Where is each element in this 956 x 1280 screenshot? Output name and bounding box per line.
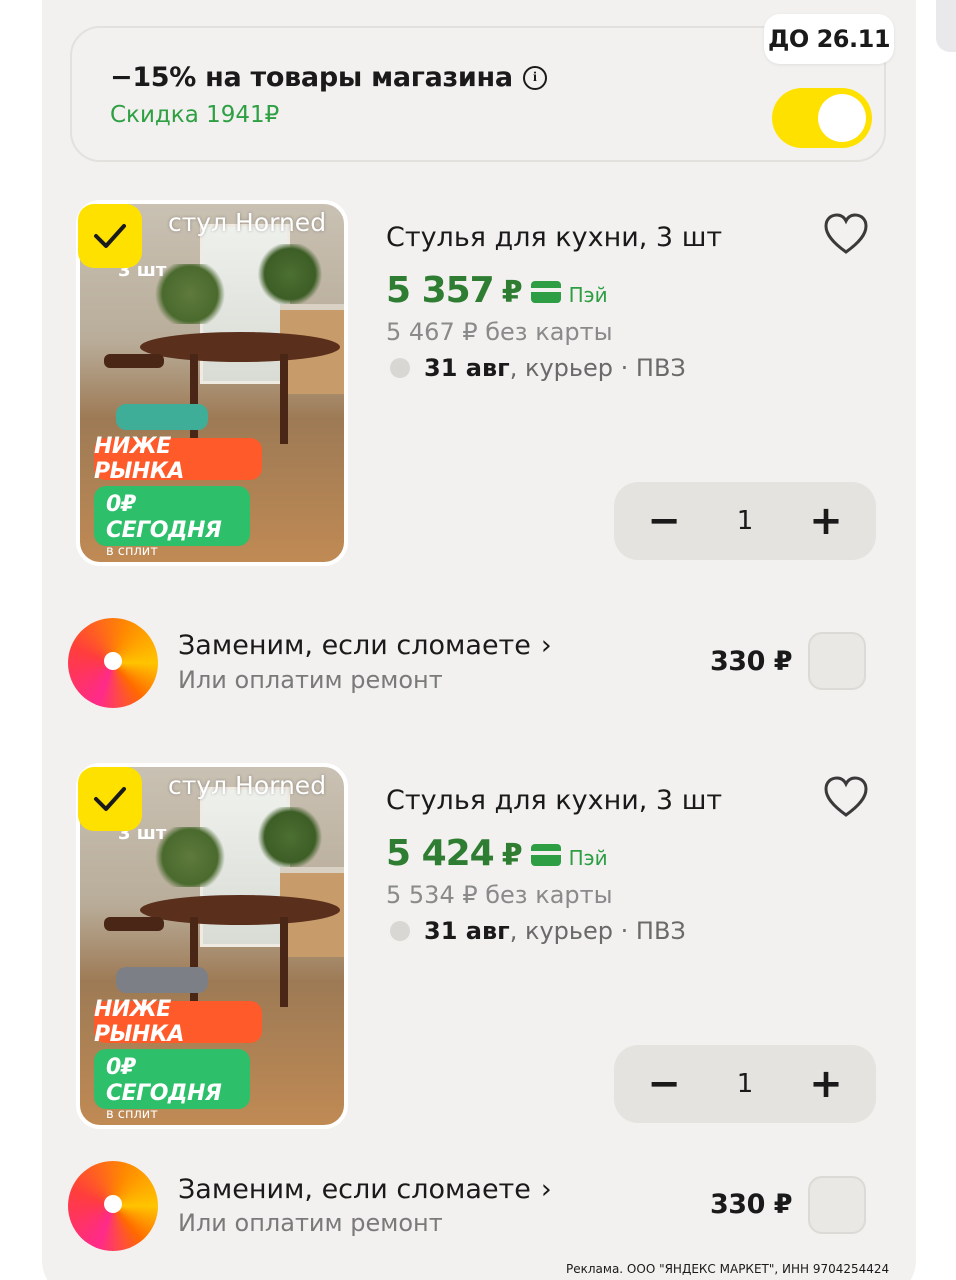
increase-button[interactable]: + — [806, 1064, 846, 1104]
service-title-link[interactable]: Заменим, если сломаете › — [178, 630, 552, 661]
price-row: 5 424 ₽ Пэй — [386, 833, 608, 874]
heart-icon[interactable] — [822, 775, 870, 819]
delivery-info: 31 авг, курьер · ПВЗ — [390, 917, 686, 945]
service-price: 330 ₽ — [710, 1189, 793, 1220]
photo-table-leg — [280, 917, 288, 1007]
quantity-value: 1 — [736, 506, 754, 536]
photo-table — [140, 895, 340, 925]
pay-label: Пэй — [568, 846, 608, 870]
protection-service: Заменим, если сломаете › Или оплатим рем… — [0, 0, 956, 1251]
split-badge-title: 0₽ СЕГОДНЯ — [106, 1055, 222, 1106]
service-title: Заменим, если сломаете — [178, 1174, 531, 1205]
increase-button[interactable]: + — [806, 501, 846, 541]
service-subtitle: Или оплатим ремонт — [178, 666, 443, 694]
split-badge: 0₽ СЕГОДНЯ в сплит — [94, 1049, 250, 1122]
chevron-right-icon: › — [540, 630, 552, 661]
ad-disclaimer: Реклама. ООО "ЯНДЕКС МАРКЕТ", ИНН 970425… — [566, 1262, 890, 1276]
service-title: Заменим, если сломаете — [178, 630, 531, 661]
image-caption: стул Horned — [168, 771, 327, 800]
service-subtitle: Или оплатим ремонт — [178, 1209, 443, 1237]
price-value: 5 424 — [386, 833, 495, 874]
check-icon — [94, 787, 126, 811]
price-currency: ₽ — [501, 838, 523, 873]
below-market-badge: НИЖЕ РЫНКА — [94, 434, 262, 484]
service-logo-icon — [68, 618, 158, 708]
split-badge: 0₽ СЕГОДНЯ в сплит — [94, 486, 250, 559]
decrease-button[interactable]: − — [644, 501, 684, 541]
photo-chair-seat — [116, 967, 208, 993]
below-market-badge: НИЖЕ РЫНКА — [94, 997, 262, 1047]
service-checkbox[interactable] — [808, 632, 866, 690]
photo-chair-back — [104, 917, 164, 931]
delivery-method: , курьер · ПВЗ — [509, 917, 686, 945]
service-title-link[interactable]: Заменим, если сломаете › — [178, 1174, 552, 1205]
delivery-dot-icon — [390, 921, 410, 941]
product-title[interactable]: Стулья для кухни, 3 шт — [386, 785, 722, 816]
chevron-right-icon: › — [540, 1174, 552, 1205]
photo-table-leg — [190, 917, 198, 1007]
delivery-date: 31 авг — [424, 917, 510, 945]
split-badge-sub: в сплит — [106, 544, 158, 559]
price-without-card: 5 534 ₽ без карты — [386, 881, 613, 909]
quantity-value: 1 — [736, 1069, 754, 1099]
service-logo-icon — [68, 1161, 158, 1251]
decrease-button[interactable]: − — [644, 1064, 684, 1104]
photo-chair-seat — [116, 404, 208, 430]
split-badge-sub: в сплит — [106, 1107, 158, 1122]
card-icon — [530, 844, 561, 866]
photo-plant — [255, 807, 325, 867]
select-item-checkbox[interactable] — [78, 767, 142, 831]
service-price: 330 ₽ — [710, 646, 793, 677]
quantity-stepper: − 1 + — [614, 1045, 876, 1123]
quantity-stepper: − 1 + — [614, 482, 876, 560]
split-badge-title: 0₽ СЕГОДНЯ — [106, 492, 222, 543]
service-checkbox[interactable] — [808, 1176, 866, 1234]
